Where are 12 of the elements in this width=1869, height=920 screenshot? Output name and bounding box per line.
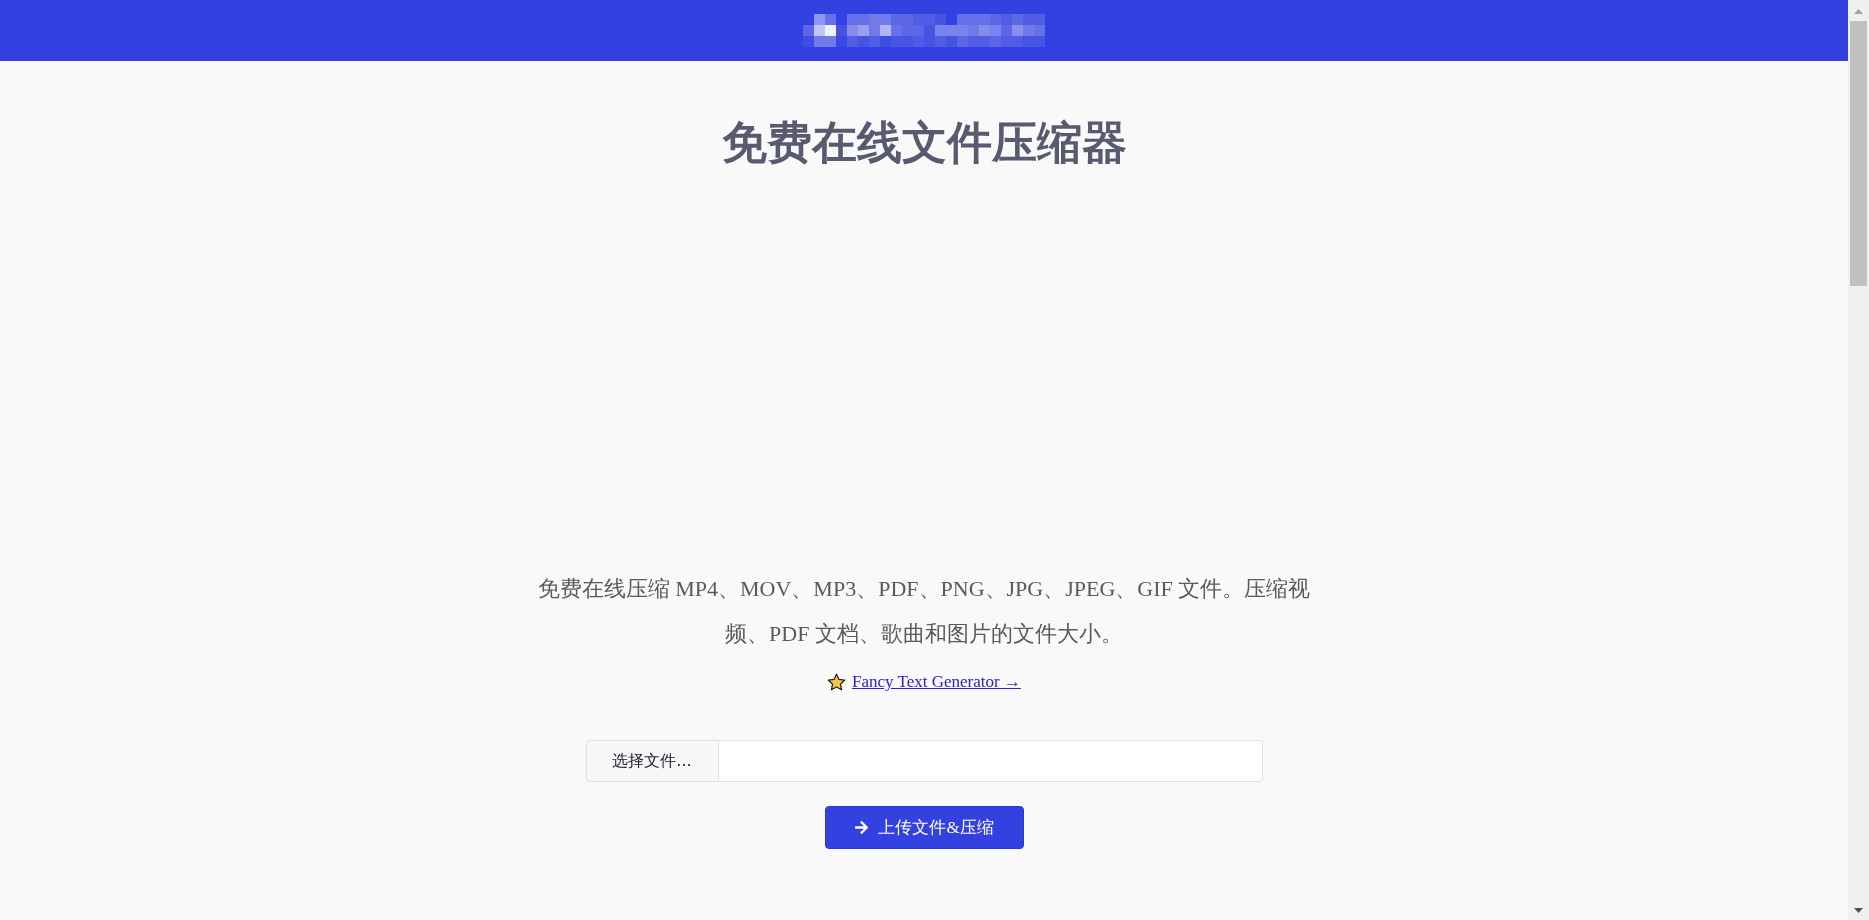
file-name-field[interactable] [718, 740, 1263, 782]
up-arrow-icon[interactable] [1854, 9, 1863, 14]
page-title: 免费在线文件压缩器 [721, 116, 1127, 170]
star-icon [827, 672, 847, 692]
arrow-right-icon [854, 820, 870, 835]
down-arrow-icon[interactable] [1854, 908, 1863, 913]
upload-compress-button[interactable]: 上传文件&压缩 [824, 806, 1024, 849]
description-text: 免费在线压缩 MP4、MOV、MP3、PDF、PNG、JPG、JPEG、GIF 文件。压缩视频、PDF 文档、歌曲和图片的文件大小。 [536, 575, 1312, 648]
choose-file-button[interactable]: 选择文件... [585, 740, 719, 782]
promo-link[interactable]: Fancy Text Generator → [852, 672, 1021, 692]
scrollbar[interactable] [1848, 0, 1869, 920]
scrollbar-thumb[interactable] [1850, 21, 1867, 286]
